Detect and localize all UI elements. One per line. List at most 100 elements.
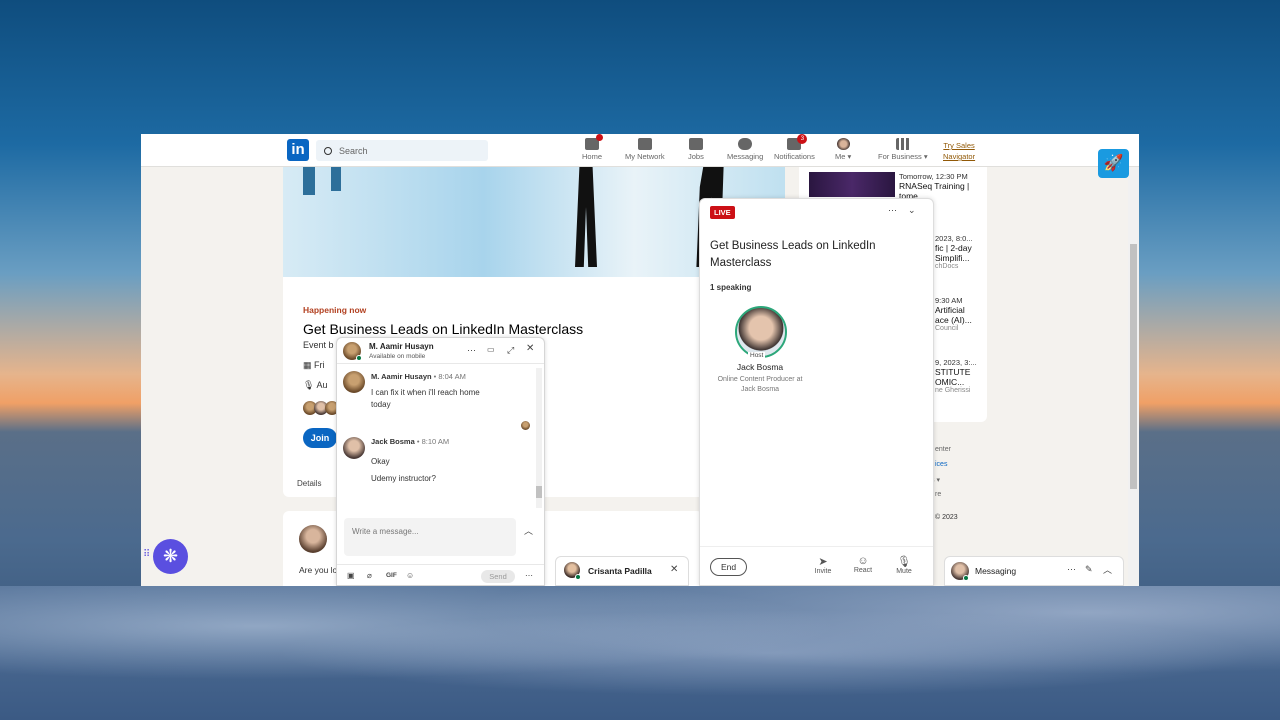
- nav-jobs[interactable]: Jobs: [688, 138, 704, 161]
- chevron-up-icon[interactable]: ︿: [524, 524, 533, 537]
- linkedin-logo[interactable]: in: [287, 139, 309, 161]
- chat-contact-name: M. Aamir Husayn: [369, 342, 434, 351]
- message-input[interactable]: Write a message...: [344, 518, 516, 556]
- online-status-dot: [575, 574, 581, 580]
- nav-me-label: Me ▾: [835, 152, 852, 161]
- sender-name: Jack Bosma: [371, 437, 415, 446]
- chat-toolbar: ▣ ⌀ GIF ☺ Send ⋯: [337, 564, 544, 586]
- scrollbar-thumb[interactable]: [536, 486, 542, 498]
- close-icon[interactable]: ✕: [526, 343, 534, 354]
- message-line: I can fix it when i'll reach home: [371, 388, 480, 397]
- read-receipt-avatar: [521, 421, 530, 430]
- page-scrollbar[interactable]: [1128, 134, 1139, 586]
- message-time: • 8:04 AM: [433, 372, 466, 381]
- nav-home-label: Home: [582, 152, 603, 161]
- footer-link[interactable]: enter: [935, 446, 951, 453]
- scrollbar-thumb[interactable]: [1130, 244, 1137, 489]
- sidebar-event-title-2: ace (AI)...: [935, 315, 972, 325]
- sidebar-event[interactable]: 2023, 8:0... fic | 2-day Simplifi... chD…: [935, 234, 973, 270]
- minimized-chat-crisanta[interactable]: Crisanta Padilla ✕: [555, 556, 689, 586]
- sidebar-event-org: ne Gherissi: [935, 387, 971, 394]
- send-button[interactable]: Send: [481, 570, 515, 583]
- react-button[interactable]: ☺ React: [848, 555, 878, 574]
- compose-icon[interactable]: ✎: [1085, 564, 1093, 575]
- emoji-icon[interactable]: ☺: [406, 571, 414, 580]
- mute-label: Mute: [896, 568, 912, 575]
- nav-for-business[interactable]: For Business ▾: [878, 138, 928, 161]
- chevron-down-icon[interactable]: ⌄: [908, 205, 916, 216]
- try-sales-line1: Try Sales: [943, 141, 975, 150]
- sidebar-event-date: 9:30 AM: [935, 296, 963, 305]
- nav-messaging[interactable]: Messaging: [727, 138, 763, 161]
- search-input[interactable]: Search: [316, 140, 488, 161]
- rocket-extension-icon[interactable]: 🚀: [1098, 149, 1129, 178]
- chat-contact-status: Available on mobile: [369, 353, 426, 360]
- image-icon[interactable]: ▣: [347, 571, 355, 580]
- smiley-icon: ☺: [857, 555, 869, 567]
- video-call-icon[interactable]: ▭: [487, 345, 495, 354]
- online-status-dot: [356, 355, 362, 361]
- more-options-icon[interactable]: ⋯: [525, 571, 533, 580]
- network-icon: [637, 138, 652, 150]
- chevron-up-icon[interactable]: ︿: [1103, 563, 1112, 576]
- footer-link[interactable]: re: [935, 491, 941, 498]
- nav-notifications-label: Notifications: [774, 152, 815, 161]
- gif-button[interactable]: GIF: [386, 572, 397, 579]
- more-options-icon[interactable]: ⋯: [1067, 564, 1076, 575]
- businessman-silhouette: [575, 167, 597, 267]
- sidebar-event-date: 9, 2023, 3:...: [935, 358, 977, 367]
- event-audio-text: Au: [316, 380, 328, 390]
- chat-bubble-icon: [738, 138, 753, 150]
- nav-my-network[interactable]: My Network: [625, 138, 665, 161]
- host-description: Online Content Producer at Jack Bosma: [700, 375, 820, 395]
- sidebar-event[interactable]: 9, 2023, 3:... STITUTE OMIC... ne Gheris…: [935, 358, 977, 394]
- nav-home[interactable]: Home: [582, 134, 603, 161]
- grid-icon: [895, 138, 910, 150]
- mute-button[interactable]: 🎙 Mute: [889, 555, 919, 575]
- nav-jobs-label: Jobs: [688, 152, 704, 161]
- invite-button[interactable]: ➤ Invite: [808, 555, 838, 575]
- speaking-count: 1 speaking: [710, 283, 752, 292]
- search-icon: [324, 146, 332, 155]
- tab-details[interactable]: Details: [297, 479, 321, 488]
- try-sales-navigator-link[interactable]: Try Sales Navigator: [943, 140, 975, 162]
- event-audio: 🎙 Au: [303, 380, 327, 391]
- sidebar-event-title-2: Simplifi...: [935, 253, 970, 263]
- notification-count-badge: 3: [797, 134, 808, 144]
- more-options-icon[interactable]: ⋯: [467, 345, 476, 356]
- message-body: Okay Udemy instructor?: [371, 453, 436, 487]
- host-avatar[interactable]: [735, 306, 787, 358]
- chat-header[interactable]: M. Aamir Husayn Available on mobile ⋯ ▭ …: [337, 338, 544, 364]
- more-options-icon[interactable]: ⋯: [888, 205, 897, 216]
- messaging-dock[interactable]: Messaging ⋯ ✎ ︿: [944, 556, 1124, 586]
- avatar: [299, 525, 327, 553]
- join-button[interactable]: Join: [303, 428, 337, 448]
- event-status: Happening now: [303, 305, 367, 315]
- footer-link[interactable]: ices: [935, 461, 947, 468]
- drag-handle-icon[interactable]: ⠿: [143, 549, 150, 560]
- sidebar-event-date: Tomorrow, 12:30 PM: [899, 172, 968, 181]
- sidebar-event[interactable]: 9:30 AM Artificial ace (AI)... Council: [935, 296, 972, 332]
- invite-label: Invite: [814, 568, 832, 575]
- home-dot-badge: [596, 134, 603, 141]
- host-name: Jack Bosma: [736, 362, 784, 372]
- nav-me[interactable]: Me ▾: [835, 138, 851, 161]
- sidebar-event-org: Council: [935, 325, 959, 332]
- figure-shape: [331, 167, 341, 191]
- nav-notifications[interactable]: 3 Notifications: [774, 134, 815, 161]
- end-button[interactable]: End: [710, 558, 747, 576]
- message-line: Okay: [371, 457, 390, 466]
- message-time: • 8:10 AM: [416, 437, 450, 446]
- copyright: © 2023: [935, 514, 958, 521]
- react-label: React: [853, 567, 873, 574]
- online-status-dot: [963, 575, 969, 581]
- chat-scrollbar[interactable]: [536, 368, 542, 508]
- expand-icon[interactable]: ⤢: [507, 345, 514, 356]
- close-icon[interactable]: ✕: [670, 564, 678, 575]
- host-desc-line: Jack Bosma: [740, 386, 780, 393]
- cloud-backdrop: [0, 586, 1280, 720]
- attach-icon[interactable]: ⌀: [367, 571, 372, 580]
- assistant-launcher-icon[interactable]: ❋: [153, 539, 188, 574]
- live-event-title: Get Business Leads on LinkedIn Mastercla…: [710, 240, 876, 269]
- live-controls: End ➤ Invite ☺ React 🎙 Mute: [700, 546, 933, 586]
